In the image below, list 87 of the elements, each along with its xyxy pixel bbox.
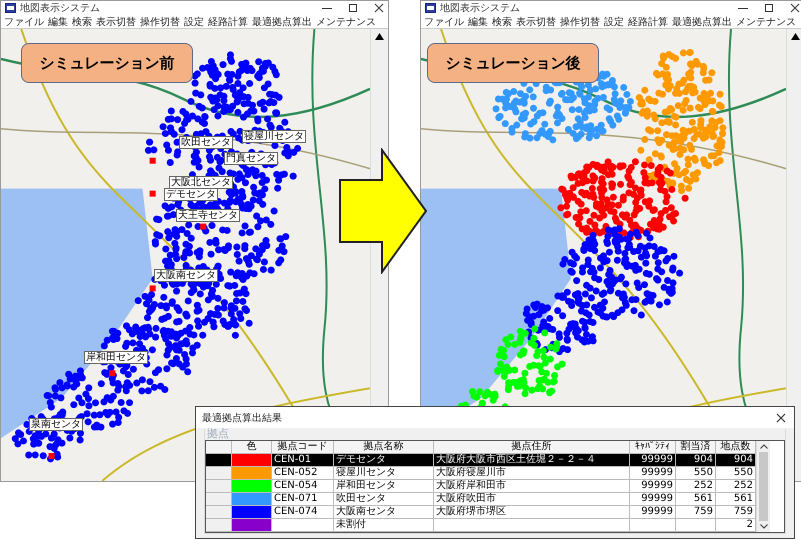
banner-label: シミュレーション前 [21, 43, 193, 83]
menu-item[interactable]: 設定 [184, 14, 204, 28]
window-title: 地図表示システム [20, 2, 101, 15]
row-header [206, 519, 232, 532]
menu-item[interactable]: 検索 [72, 14, 92, 28]
row-header [206, 493, 232, 506]
group-label: 拠点 [207, 428, 229, 440]
row-header [206, 467, 232, 480]
menu-item[interactable]: 最適拠点算出 [672, 14, 732, 28]
table-cell: 904 [734, 454, 753, 465]
column-header[interactable]: 拠点コード [272, 441, 334, 454]
table-cell: 904 [694, 454, 713, 465]
menu-item[interactable]: 編集 [48, 14, 68, 28]
scroll-up-icon[interactable] [760, 444, 768, 449]
column-header[interactable]: 拠点住所 [434, 441, 630, 454]
scroll-up-icon[interactable] [375, 33, 384, 40]
table-cell: 550 [694, 467, 713, 478]
menu-item[interactable]: 検索 [492, 14, 512, 28]
table-cell: 99999 [641, 493, 673, 504]
window-title: 地図表示システム [440, 2, 521, 15]
row-header [206, 480, 232, 493]
row-header [206, 454, 232, 467]
table-cell: 759 [734, 506, 753, 517]
table-cell: 550 [734, 467, 753, 478]
close-icon[interactable] [790, 3, 800, 13]
table-cell: 252 [694, 480, 713, 491]
center-label: 大阪南センタ [154, 269, 218, 282]
menu-item[interactable]: 操作切替 [140, 14, 180, 28]
table-cell: 99999 [641, 454, 673, 465]
center-label: 吹田センタ [179, 136, 233, 149]
menu-item[interactable]: 経路計算 [628, 14, 668, 28]
center-label: 大阪北センタ [169, 176, 233, 189]
menu-item[interactable]: 編集 [468, 14, 488, 28]
center-label: 寝屋川センタ [242, 130, 306, 143]
menu-item[interactable]: メンテナンス [316, 14, 376, 28]
table-cell: CEN-054 [274, 480, 318, 491]
scrollbar[interactable] [786, 29, 801, 481]
table-cell: CEN-052 [274, 467, 318, 478]
scrollbar[interactable] [756, 441, 770, 532]
column-header[interactable]: 地点数 [716, 441, 756, 454]
banner-label: シミュレーション後 [427, 43, 599, 83]
scroll-up-icon[interactable] [791, 33, 800, 40]
maximize-icon[interactable] [764, 3, 774, 13]
table-cell: 252 [734, 480, 753, 491]
scroll-thumb[interactable] [759, 452, 768, 521]
table-cell: 岸和田センタ [336, 480, 396, 491]
table-cell: 99999 [641, 506, 673, 517]
table-cell: 99999 [641, 480, 673, 491]
menu-item[interactable]: 最適拠点算出 [252, 14, 312, 28]
center-label: 天王寺センタ [176, 209, 240, 222]
dialog-title: 最適拠点算出結果 [202, 412, 282, 424]
center-label: 門真センタ [224, 152, 278, 165]
menu-item[interactable]: 設定 [604, 14, 624, 28]
menu-item[interactable]: 表示切替 [516, 14, 556, 28]
column-header[interactable]: ｷｬﾊﾟｼﾃｨ [630, 441, 676, 454]
table-cell: CEN-074 [274, 506, 318, 517]
table-cell: CEN-071 [274, 493, 318, 504]
table-cell: 99999 [641, 467, 673, 478]
table-cell: 561 [734, 493, 753, 504]
table-cell: デモセンタ [336, 454, 386, 465]
menu-item[interactable]: ファイル [424, 14, 464, 28]
table-cell: 大阪南センタ [336, 506, 396, 517]
scroll-down-icon[interactable] [760, 524, 768, 529]
menu-item[interactable]: 操作切替 [560, 14, 600, 28]
center-label: 岸和田センタ [84, 351, 148, 364]
menu-item[interactable]: ファイル [4, 14, 44, 28]
maximize-icon[interactable] [348, 3, 358, 13]
table-cell: 吹田センタ [336, 493, 386, 504]
center-label: デモセンタ [164, 188, 218, 201]
table-cell: 未割付 [336, 519, 366, 530]
menu-item[interactable]: メンテナンス [736, 14, 796, 28]
close-icon[interactable] [776, 412, 786, 422]
menu-item[interactable]: 経路計算 [208, 14, 248, 28]
right-arrow-icon [338, 148, 428, 274]
table-cell: 2 [746, 519, 753, 530]
column-header[interactable]: 拠点名称 [334, 441, 434, 454]
table-cell: CEN-01 [274, 454, 312, 465]
app-icon [5, 3, 16, 13]
table-cell: 561 [694, 493, 713, 504]
row-header [206, 506, 232, 519]
menu-item[interactable]: 表示切替 [96, 14, 136, 28]
close-icon[interactable] [374, 3, 384, 13]
table-row[interactable]: 未割付 2 [206, 519, 756, 532]
app-icon [425, 3, 436, 13]
center-label: 泉南センタ [29, 418, 83, 431]
table-cell: 759 [694, 506, 713, 517]
column-header[interactable]: 色 [232, 441, 272, 454]
